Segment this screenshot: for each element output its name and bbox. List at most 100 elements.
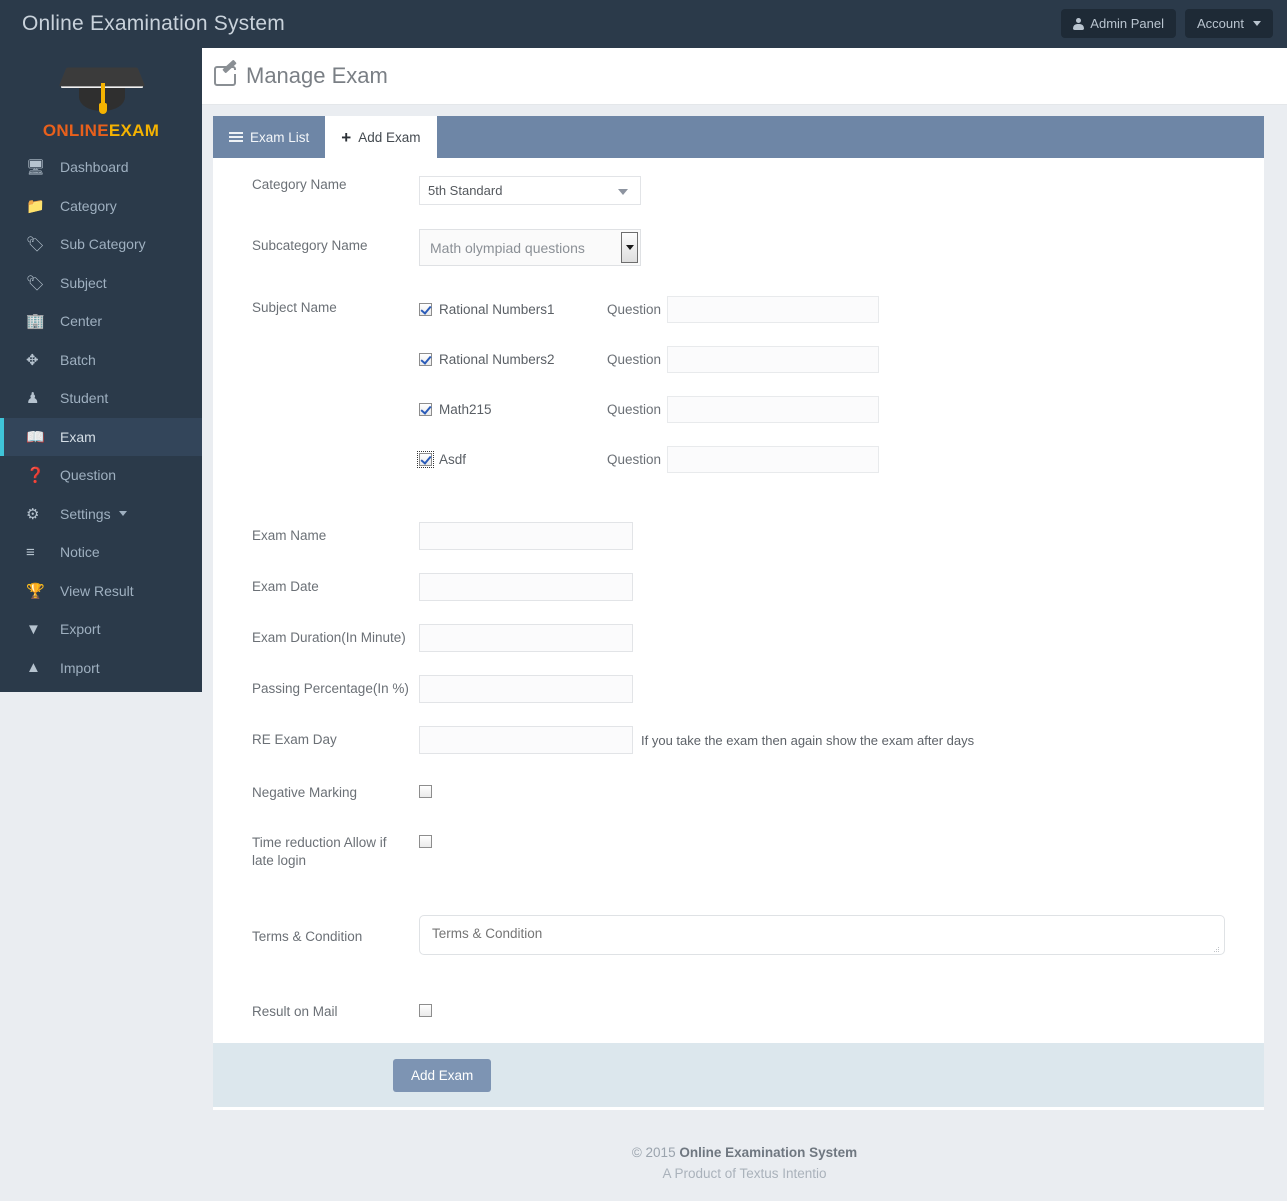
terms-textarea-wrap — [419, 915, 1225, 960]
top-header-bar: Online Examination System Admin Panel Ac… — [0, 0, 1287, 48]
sidebar-item-batch[interactable]: ✥ Batch — [0, 341, 202, 380]
monitor-icon: 🖥 — [26, 159, 46, 177]
question-count-input-3[interactable] — [667, 395, 880, 423]
subject-checkbox-asdf[interactable] — [417, 450, 434, 468]
question-label: Question — [607, 451, 662, 467]
sidebar-item-category[interactable]: 📁 Category — [0, 187, 202, 226]
tags-icon: 🏷 — [26, 236, 46, 254]
exam-duration-input[interactable] — [419, 624, 633, 652]
sidebar-item-question[interactable]: ❓ Question — [0, 456, 202, 495]
time-reduction-label: Time reduction Allow if late login — [252, 835, 387, 868]
exam-duration-label: Exam Duration(In Minute) — [252, 630, 406, 645]
subject-name-label: Subject Name — [252, 300, 337, 315]
question-label: Question — [607, 401, 662, 417]
chevron-down-icon — [118, 511, 127, 517]
account-dropdown-button[interactable]: Account — [1185, 9, 1273, 38]
field-negative-marking: Negative Marking — [213, 783, 1264, 802]
app-title: Online Examination System — [22, 12, 285, 35]
exam-date-label: Exam Date — [252, 579, 319, 594]
category-name-value: 5th Standard — [428, 183, 503, 198]
tag-icon: 🏷 — [26, 274, 46, 292]
category-name-label: Category Name — [252, 177, 347, 192]
sidebar-item-label: View Result — [60, 582, 134, 599]
tab-label: Add Exam — [358, 129, 421, 145]
subject-row: Rational Numbers2 Question — [419, 334, 1264, 384]
sidebar-item-dashboard[interactable]: 🖥 Dashboard — [0, 148, 202, 187]
subcategory-select-wrap: Math olympiad questions — [419, 229, 641, 266]
time-reduction-checkbox[interactable] — [419, 835, 432, 849]
sidebar-item-label: Notice — [60, 544, 100, 561]
subcategory-name-label: Subcategory Name — [252, 238, 368, 253]
sidebar-item-export[interactable]: ▼ Export — [0, 610, 202, 649]
sidebar-item-label: Question — [60, 467, 117, 484]
negative-marking-checkbox[interactable] — [419, 785, 432, 799]
copyright-prefix: © 2015 — [631, 1145, 680, 1160]
sidebar-item-student[interactable]: ♟ Student — [0, 379, 202, 418]
sidebar-item-label: Batch — [60, 351, 96, 368]
terms-condition-textarea[interactable] — [419, 915, 1225, 955]
subject-checkbox-rational-numbers1[interactable] — [419, 302, 432, 316]
header-actions: Admin Panel Account — [1061, 9, 1273, 38]
sidebar-item-label: Sub Category — [60, 236, 146, 253]
sidebar-item-subject[interactable]: 🏷 Subject — [0, 264, 202, 303]
add-exam-form: Category Name 5th Standard Subcategory N… — [213, 158, 1264, 1110]
field-passing-percentage: Passing Percentage(In %) — [213, 675, 1264, 703]
logo: ONLINEEXAM — [0, 48, 202, 148]
building-icon: 🏢 — [26, 313, 45, 331]
main-content: Manage Exam Exam List + Add Exam Categor… — [202, 48, 1287, 1201]
sidebar-item-import[interactable]: ▲ Import — [0, 649, 202, 688]
question-count-input-4[interactable] — [667, 445, 880, 473]
logo-text: ONLINEEXAM — [43, 121, 159, 141]
sidebar-item-label: Export — [60, 621, 101, 638]
question-circle-icon: ❓ — [26, 467, 45, 485]
plus-icon: + — [341, 127, 352, 147]
result-on-mail-label: Result on Mail — [252, 1004, 338, 1019]
question-count-input-2[interactable] — [667, 345, 880, 373]
terms-condition-label: Terms & Condition — [252, 929, 363, 944]
field-result-on-mail: Result on Mail — [213, 1002, 1264, 1021]
sidebar-item-center[interactable]: 🏢 Center — [0, 302, 202, 341]
sidebar-item-label: Subject — [60, 274, 107, 291]
category-name-select[interactable]: 5th Standard — [419, 176, 641, 205]
sidebar-item-notice[interactable]: ≡ Notice — [0, 533, 202, 572]
admin-panel-button[interactable]: Admin Panel — [1061, 9, 1177, 38]
question-count-input-1[interactable] — [667, 295, 880, 323]
sidebar-item-settings[interactable]: ⚙ Settings — [0, 495, 202, 534]
field-terms-condition: Terms & Condition — [213, 915, 1264, 960]
sidebar-item-label: Exam — [60, 428, 96, 445]
field-subcategory-name: Subcategory Name Math olympiad questions — [213, 229, 1264, 266]
admin-panel-label: Admin Panel — [1090, 16, 1165, 31]
exam-name-input[interactable] — [419, 522, 633, 550]
result-on-mail-checkbox[interactable] — [419, 1004, 432, 1018]
field-category-name: Category Name 5th Standard — [213, 176, 1264, 205]
subject-checkbox-math215[interactable] — [419, 402, 432, 416]
graduation-cap-icon — [55, 63, 147, 115]
sidebar-item-view-result[interactable]: 🏆 View Result — [0, 572, 202, 611]
tab-exam-list[interactable]: Exam List — [213, 116, 326, 158]
field-exam-duration: Exam Duration(In Minute) — [213, 624, 1264, 652]
sidebar-item-label: Student — [60, 390, 109, 407]
exam-name-label: Exam Name — [252, 528, 327, 543]
tab-add-exam[interactable]: + Add Exam — [325, 116, 437, 158]
sidebar-item-label: Settings — [60, 505, 111, 522]
book-icon: 📖 — [26, 428, 45, 446]
exam-date-input[interactable] — [419, 573, 633, 601]
negative-marking-label: Negative Marking — [252, 785, 358, 800]
question-label: Question — [607, 301, 662, 317]
subcategory-name-select[interactable]: Math olympiad questions — [419, 229, 641, 266]
re-exam-day-input[interactable] — [419, 726, 633, 754]
passing-percentage-input[interactable] — [419, 675, 633, 703]
field-exam-name: Exam Name — [213, 522, 1264, 550]
upload-circle-icon: ▲ — [26, 659, 41, 677]
logo-text-online: ONLINE — [42, 121, 109, 140]
page-footer: © 2015 Online Examination System A Produ… — [202, 1110, 1287, 1184]
panel-wrapper: Exam List + Add Exam Category Name 5th S… — [202, 105, 1287, 1110]
sidebar-item-sub-category[interactable]: 🏷 Sub Category — [0, 225, 202, 264]
subject-checkbox-rational-numbers2[interactable] — [419, 352, 432, 366]
add-exam-submit-button[interactable]: Add Exam — [393, 1058, 492, 1092]
user-icon — [1073, 17, 1085, 30]
sidebar-item-label: Import — [60, 659, 100, 676]
copyright-line: © 2015 Online Examination System — [202, 1142, 1287, 1163]
arrows-move-icon: ✥ — [26, 351, 39, 369]
sidebar-item-exam[interactable]: 📖 Exam — [0, 417, 202, 456]
